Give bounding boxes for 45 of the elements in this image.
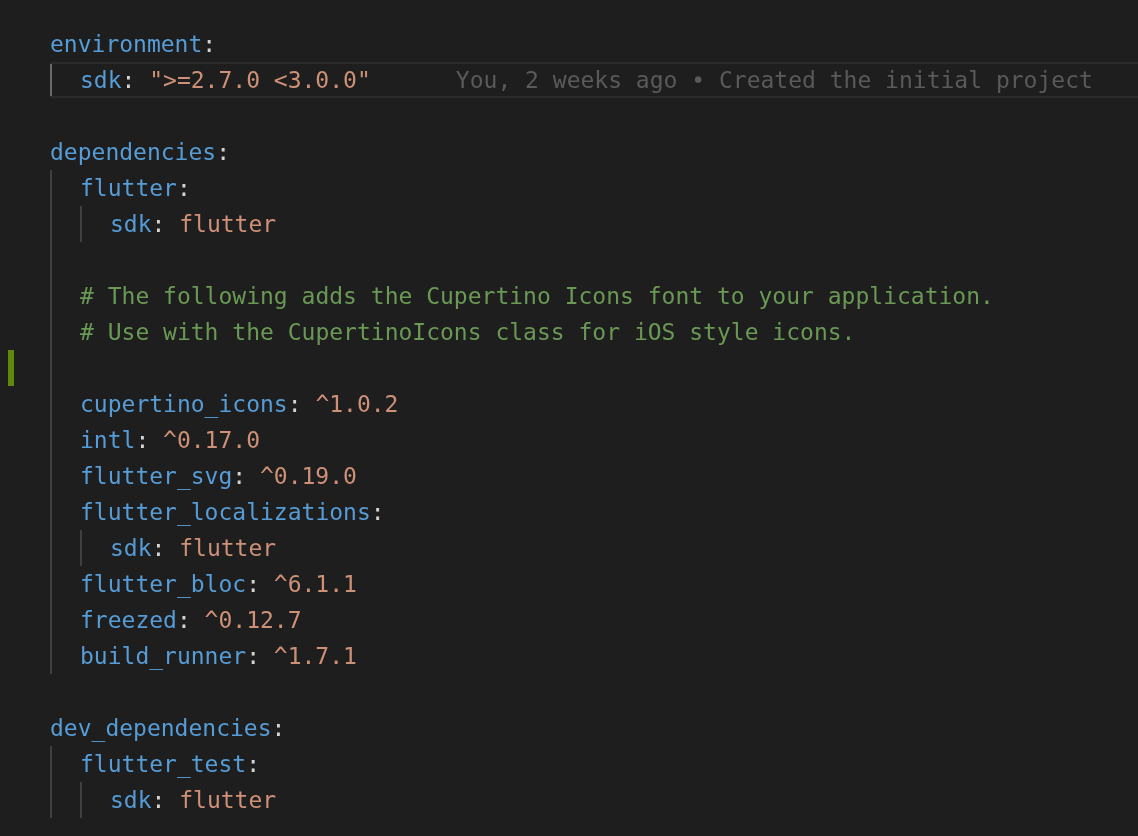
yaml-key: sdk bbox=[110, 782, 152, 818]
yaml-key: flutter_svg bbox=[80, 458, 233, 494]
yaml-key: flutter_bloc bbox=[80, 566, 247, 602]
code-comment: # Use with the CupertinoIcons class for iOS style icons. bbox=[80, 318, 856, 347]
yaml-value: ^6.1.1 bbox=[273, 570, 357, 599]
colon: : bbox=[370, 498, 385, 527]
colon: : bbox=[232, 462, 247, 491]
colon: : bbox=[121, 66, 136, 95]
yaml-key: freezed bbox=[80, 602, 177, 638]
code-comment: # The following adds the Cupertino Icons font to your application. bbox=[80, 282, 994, 311]
yaml-value: flutter bbox=[179, 534, 277, 563]
yaml-key: sdk bbox=[110, 530, 152, 566]
blame-annotation: You, 2 weeks ago • Created the initial project bbox=[455, 66, 1093, 95]
yaml-value: flutter bbox=[179, 786, 277, 815]
yaml-key: sdk bbox=[110, 206, 152, 242]
yaml-key: flutter_test bbox=[80, 746, 247, 782]
colon: : bbox=[202, 30, 217, 59]
yaml-value: ^0.19.0 bbox=[260, 462, 357, 491]
colon: : bbox=[151, 786, 166, 815]
yaml-key: flutter bbox=[80, 170, 177, 206]
yaml-key: dependencies bbox=[50, 134, 217, 170]
colon: : bbox=[176, 606, 191, 635]
yaml-key: build_runner bbox=[80, 638, 247, 674]
colon: : bbox=[151, 534, 166, 563]
yaml-value: flutter bbox=[179, 210, 277, 239]
yaml-value: ^1.7.1 bbox=[273, 642, 357, 671]
yaml-key: flutter_localizations bbox=[80, 494, 371, 530]
yaml-key: intl bbox=[80, 422, 136, 458]
colon: : bbox=[271, 714, 286, 743]
yaml-value: ">=2.7.0 <3.0.0" bbox=[149, 66, 371, 95]
colon: : bbox=[246, 570, 261, 599]
yaml-value: ^0.12.7 bbox=[204, 606, 302, 635]
yaml-value: ^0.17.0 bbox=[163, 426, 260, 455]
colon: : bbox=[176, 174, 191, 203]
colon: : bbox=[135, 426, 150, 455]
colon: : bbox=[216, 138, 231, 167]
colon: : bbox=[151, 210, 166, 239]
yaml-key: sdk bbox=[80, 62, 122, 98]
yaml-key: dev_dependencies bbox=[50, 710, 272, 746]
yaml-key: cupertino_icons bbox=[80, 386, 288, 422]
colon: : bbox=[246, 642, 261, 671]
yaml-key: environment bbox=[50, 26, 203, 62]
yaml-value: ^1.0.2 bbox=[315, 390, 399, 419]
colon: : bbox=[246, 750, 261, 779]
colon: : bbox=[287, 390, 302, 419]
